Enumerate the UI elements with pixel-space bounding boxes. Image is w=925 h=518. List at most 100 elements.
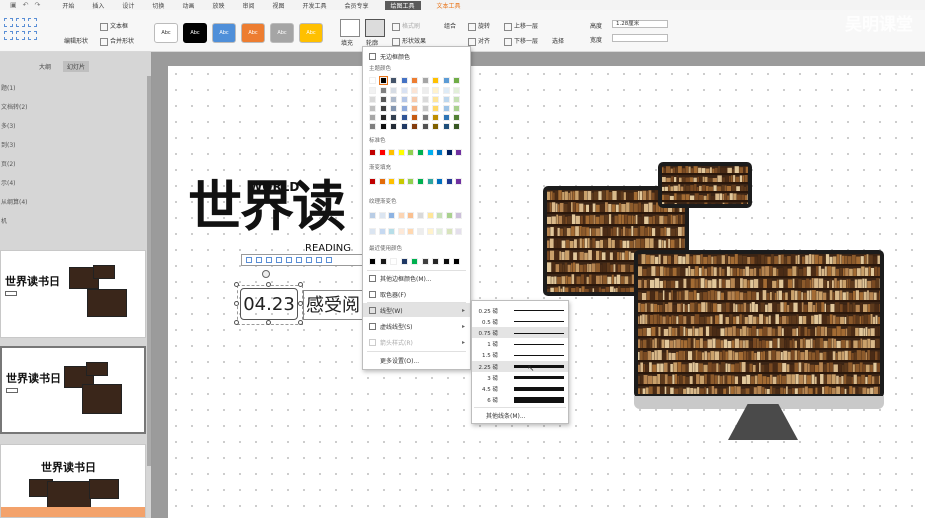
color-swatch[interactable] (400, 123, 408, 130)
outline-item[interactable]: 机 (0, 212, 28, 231)
color-swatch[interactable] (411, 114, 418, 121)
align-top-icon[interactable] (276, 257, 282, 263)
color-swatch[interactable] (397, 228, 405, 235)
align-middle-icon[interactable] (286, 257, 292, 263)
color-swatch[interactable] (432, 123, 439, 130)
color-swatch[interactable] (400, 114, 408, 121)
menu-7[interactable]: 视图 (270, 1, 286, 10)
color-swatch[interactable] (417, 149, 424, 156)
color-swatch[interactable] (388, 212, 396, 219)
line-weight-item[interactable]: 0.75 磅 (472, 327, 568, 339)
line-weight-item[interactable]: 1.5 磅 (472, 350, 568, 361)
color-swatch[interactable] (455, 178, 463, 185)
outline-item[interactable]: 示(4) (0, 174, 28, 193)
no-border-option[interactable]: 无边框颜色 (363, 49, 470, 63)
color-swatch[interactable] (426, 212, 434, 219)
color-swatch[interactable] (369, 96, 376, 103)
resize-handle[interactable] (234, 320, 239, 325)
color-swatch[interactable] (453, 114, 460, 121)
menu-9[interactable]: 会员专享 (343, 1, 371, 10)
color-swatch[interactable] (432, 96, 439, 103)
color-swatch[interactable] (421, 96, 429, 103)
panel-tab-0[interactable]: 大纲 (35, 61, 55, 72)
menu-3[interactable]: 切换 (150, 1, 166, 10)
select-button[interactable]: 选择 (552, 36, 564, 45)
line-weight-item[interactable]: 4.5 磅 (472, 383, 568, 394)
rotate-handle[interactable] (262, 270, 270, 278)
other-colors-option[interactable]: 其他边框颜色(M)... (363, 271, 470, 285)
shape-sample[interactable] (4, 18, 13, 27)
resize-handle[interactable] (234, 301, 239, 306)
color-swatch[interactable] (436, 178, 444, 185)
color-swatch[interactable] (421, 258, 429, 265)
color-swatch[interactable] (411, 77, 418, 84)
resize-handle[interactable] (298, 320, 303, 325)
color-swatch[interactable] (390, 96, 397, 103)
subtitle-textbox[interactable]: 感受阅 (303, 290, 365, 320)
color-swatch[interactable] (407, 212, 415, 219)
more-icon[interactable] (326, 257, 332, 263)
color-swatch[interactable] (426, 228, 434, 235)
outline-item[interactable]: 页(2) (0, 155, 28, 174)
color-swatch[interactable] (411, 87, 418, 94)
color-swatch[interactable] (442, 96, 450, 103)
color-swatch[interactable] (432, 87, 439, 94)
outline-item[interactable]: 多(3) (0, 117, 28, 136)
color-swatch[interactable] (442, 105, 450, 112)
color-swatch[interactable] (432, 258, 439, 265)
outline-item[interactable]: 到(3) (0, 136, 28, 155)
color-swatch[interactable] (417, 178, 424, 185)
color-swatch[interactable] (369, 178, 376, 185)
color-swatch[interactable] (390, 114, 397, 121)
color-swatch[interactable] (417, 212, 424, 219)
color-swatch[interactable] (411, 105, 418, 112)
color-swatch[interactable] (445, 212, 453, 219)
color-swatch[interactable] (369, 228, 376, 235)
color-swatch[interactable] (400, 87, 408, 94)
text-box-button[interactable]: 文本框 (100, 21, 128, 31)
color-swatch[interactable] (455, 228, 463, 235)
color-swatch[interactable] (390, 123, 397, 130)
align-bottom-icon[interactable] (296, 257, 302, 263)
color-swatch[interactable] (407, 149, 415, 156)
shape-sample[interactable] (4, 31, 13, 40)
slide-thumbnail-selected[interactable]: 世界读书日 (0, 346, 146, 434)
color-swatch[interactable] (455, 212, 463, 219)
color-swatch[interactable] (369, 212, 376, 219)
line-weight-item[interactable]: 1 磅 (472, 339, 568, 350)
color-swatch[interactable] (421, 123, 429, 130)
menu-8[interactable]: 开发工具 (301, 1, 329, 10)
color-swatch[interactable] (379, 105, 387, 112)
more-settings-option[interactable]: 更多设置(O)... (363, 353, 470, 367)
color-swatch[interactable] (436, 228, 444, 235)
shape-style-swatch[interactable]: Abc (154, 23, 178, 43)
shape-sample[interactable] (28, 18, 37, 27)
outline-item[interactable]: 文档转(2) (0, 98, 28, 117)
color-swatch[interactable] (369, 149, 376, 156)
color-swatch[interactable] (453, 96, 460, 103)
color-swatch[interactable] (445, 178, 453, 185)
color-swatch[interactable] (432, 114, 439, 121)
bring-forward-button[interactable]: 上移一层 (504, 21, 538, 31)
panel-tab-1[interactable]: 幻灯片 (63, 61, 90, 72)
outline-item[interactable]: 题(1) (0, 79, 28, 98)
color-swatch[interactable] (369, 258, 376, 265)
color-swatch[interactable] (411, 96, 418, 103)
shape-sample[interactable] (28, 31, 37, 40)
merge-shape-button[interactable]: 合并形状 (100, 36, 134, 46)
resize-handle[interactable] (266, 282, 271, 287)
arrow-style-option[interactable]: 箭头样式(R) ▸ (363, 335, 470, 349)
color-swatch[interactable] (379, 96, 387, 103)
eyedropper-option[interactable]: 取色器(F) (363, 287, 470, 301)
color-swatch[interactable] (390, 77, 397, 84)
color-swatch[interactable] (397, 212, 405, 219)
shape-style-swatch[interactable]: Abc (270, 23, 294, 43)
slide-canvas[interactable]: 世界读 WORLD READING 04.23 感受阅 (168, 66, 925, 518)
color-swatch[interactable] (432, 77, 439, 84)
line-weight-item[interactable]: 3 磅 (472, 372, 568, 383)
shape-sample[interactable] (16, 18, 25, 27)
line-weight-item[interactable]: 6 磅 (472, 395, 568, 406)
menu-4[interactable]: 动画 (180, 1, 196, 10)
shape-effect-button[interactable]: 形状效果 (392, 36, 426, 46)
shape-style-swatch[interactable]: Abc (299, 23, 323, 43)
